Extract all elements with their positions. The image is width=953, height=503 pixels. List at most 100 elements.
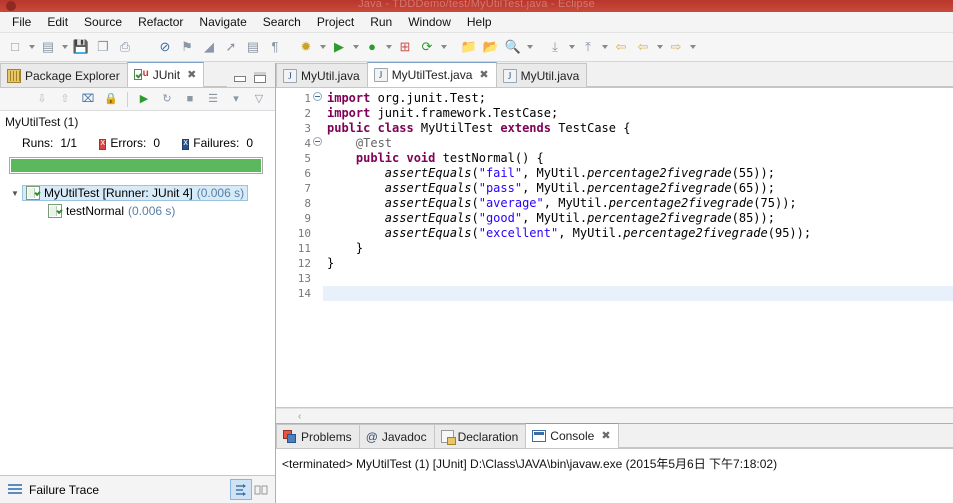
next-annotation-dropdown-icon[interactable] [566,36,577,58]
compare-result-button[interactable] [251,480,271,499]
new-java-class-dropdown-icon[interactable] [59,36,70,58]
save-icon[interactable]: 💾 [70,36,92,58]
new-annotation-icon[interactable]: ◢ [198,36,220,58]
print-icon[interactable]: ⎙ [114,36,136,58]
bottom-tab-declaration[interactable]: Declaration [433,424,527,448]
console-output[interactable]: <terminated> MyUtilTest (1) [JUnit] D:\C… [276,449,953,503]
code-editor[interactable]: 1 2 3 4 5 6 7 8 9 10 11 12 13 14 import org.junit.Tes… [276,88,953,408]
new-dropdown-icon[interactable] [26,36,37,58]
editor-tab-0[interactable]: J MyUtil.java [276,63,368,87]
previous-failure-icon[interactable]: ⇧ [55,90,75,109]
back-history-icon[interactable]: ⇦ [610,36,632,58]
close-icon[interactable]: ✖ [601,430,610,442]
menu-item-run[interactable]: Run [362,13,400,32]
code-line[interactable]: assertEquals("fail", MyUtil.percentage2f… [323,166,953,181]
back-dropdown-icon[interactable] [654,36,665,58]
debug-icon[interactable]: ✹ [295,36,317,58]
search-icon[interactable]: 🔍 [502,36,524,58]
code-line[interactable]: assertEquals("pass", MyUtil.percentage2f… [323,181,953,196]
tree-row[interactable]: testNormal (0.006 s) [0,202,275,220]
code-line[interactable]: @Test [323,136,953,151]
bottom-tab-console[interactable]: Console ✖ [525,423,619,448]
menu-item-window[interactable]: Window [400,13,459,32]
save-all-icon[interactable]: ❐ [92,36,114,58]
stop-test-icon[interactable]: ■ [180,90,200,109]
code-line[interactable]: import org.junit.Test; [323,91,953,106]
run-coverage-dropdown-icon[interactable] [383,36,394,58]
open-folder-icon[interactable]: 📂 [480,36,502,58]
code-line[interactable]: import junit.framework.TestCase; [323,106,953,121]
menu-item-refactor[interactable]: Refactor [130,13,191,32]
filter-stack-trace-button[interactable] [230,479,252,500]
menu-item-navigate[interactable]: Navigate [191,13,254,32]
editor-folding-ruler[interactable] [311,88,323,407]
tab-junit[interactable]: u JUnit ✖ [126,62,205,87]
open-type-icon[interactable]: ▤ [242,36,264,58]
code-line[interactable] [323,286,953,301]
fold-toggle-icon[interactable] [312,92,322,101]
previous-annotation-dropdown-icon[interactable] [599,36,610,58]
next-annotation-icon[interactable]: ⤓ [544,36,566,58]
run-dropdown-icon[interactable] [350,36,361,58]
tab-package-explorer[interactable]: Package Explorer [0,63,128,87]
new-package-icon[interactable]: ⊞ [394,36,416,58]
view-minimize-icon[interactable]: ▽ [249,90,269,109]
fold-toggle-icon[interactable] [311,91,323,106]
debug-dropdown-icon[interactable] [317,36,328,58]
back-icon[interactable]: ⇦ [632,36,654,58]
menu-item-help[interactable]: Help [459,13,500,32]
fold-toggle-icon[interactable] [311,136,323,151]
run-icon[interactable]: ▶ [328,36,350,58]
bottom-tab-javadoc[interactable]: @ Javadoc [358,424,435,448]
quick-access-icon[interactable]: ➚ [220,36,242,58]
search-dropdown-icon[interactable] [524,36,535,58]
code-line[interactable]: } [323,241,953,256]
code-line[interactable]: assertEquals("average", MyUtil.percentag… [323,196,953,211]
editor-horizontal-scrollbar[interactable]: ‹ [276,408,953,423]
junit-test-tree[interactable]: ▼ MyUtilTest [Runner: JUnit 4] (0.006 s) te… [0,180,275,475]
code-line[interactable] [323,271,953,286]
menu-item-edit[interactable]: Edit [39,13,76,32]
external-tools-dropdown-icon[interactable] [438,36,449,58]
skip-breakpoints-icon[interactable]: ⚑ [176,36,198,58]
rerun-test-icon[interactable]: ▶ [134,90,154,109]
minimize-view-button[interactable] [233,71,247,84]
new-icon[interactable]: □ [4,36,26,58]
code-line[interactable]: } [323,256,953,271]
maximize-view-button[interactable] [253,71,267,84]
scroll-left-icon[interactable]: ‹ [298,411,301,422]
forward-dropdown-icon[interactable] [687,36,698,58]
test-run-history-icon[interactable]: ☰ [203,90,223,109]
menu-item-project[interactable]: Project [309,13,362,32]
tree-row[interactable]: ▼ MyUtilTest [Runner: JUnit 4] (0.006 s) [0,184,275,202]
toggle-breakpoint-icon[interactable]: ⊘ [154,36,176,58]
close-icon[interactable]: ✖ [187,69,196,81]
view-menu-dropdown-icon[interactable]: ▾ [226,90,246,109]
previous-annotation-icon[interactable]: ⤒ [577,36,599,58]
rerun-failed-tests-icon[interactable]: ↻ [157,90,177,109]
lock-history-icon[interactable]: 🔒 [101,90,121,109]
bottom-tab-label: Problems [301,429,352,444]
open-task-icon[interactable]: ¶ [264,36,286,58]
code-line[interactable]: public class MyUtilTest extends TestCase… [323,121,953,136]
editor-tab-1[interactable]: J MyUtilTest.java ✖ [366,62,497,87]
menu-item-source[interactable]: Source [76,13,130,32]
external-tools-icon[interactable]: ⟳ [416,36,438,58]
code-line[interactable]: assertEquals("good", MyUtil.percentage2f… [323,211,953,226]
new-java-class-icon[interactable]: ▤ [37,36,59,58]
fold-toggle-icon[interactable] [312,137,322,146]
menu-item-search[interactable]: Search [255,13,309,32]
menu-item-file[interactable]: File [4,13,39,32]
expand-arrow-icon[interactable]: ▼ [8,189,22,198]
bottom-tab-problems[interactable]: Problems [276,424,360,448]
open-resource-icon[interactable]: 📁 [458,36,480,58]
export-test-run-icon[interactable]: ⌧ [78,90,98,109]
editor-text[interactable]: import org.junit.Test; import junit.frame… [323,88,953,407]
next-failure-icon[interactable]: ⇩ [32,90,52,109]
run-coverage-icon[interactable]: ● [361,36,383,58]
editor-tab-2[interactable]: J MyUtil.java [495,63,588,87]
code-line[interactable]: assertEquals("excellent", MyUtil.percent… [323,226,953,241]
forward-icon[interactable]: ⇨ [665,36,687,58]
close-icon[interactable]: ✖ [479,69,488,81]
code-line[interactable]: public void testNormal() { [323,151,953,166]
